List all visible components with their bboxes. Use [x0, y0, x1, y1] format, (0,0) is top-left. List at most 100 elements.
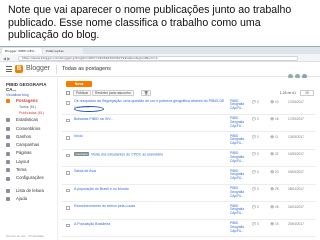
- header-divider: [56, 65, 57, 74]
- row-checkbox[interactable]: [66, 171, 70, 175]
- post-title-link[interactable]: Reconhecimento do relevo pela Lucas: [74, 204, 135, 208]
- post-title-link[interactable]: Os resquícios da Segregação: uma questão…: [74, 99, 224, 103]
- publish-button[interactable]: Publicar: [73, 89, 92, 96]
- post-title: Os resquícios da Segregação: uma questão…: [74, 99, 224, 104]
- view-count-value: 19: [274, 222, 279, 227]
- sidebar-item-label: Configurações: [16, 175, 44, 181]
- post-label-badge[interactable]: Geologia: [74, 151, 90, 156]
- row-checkbox[interactable]: [66, 206, 70, 210]
- sidebar-item-comentarios[interactable]: Comentários: [0, 125, 57, 133]
- blog-selector[interactable]: PIBID GEOGRAFIA CA...: [0, 78, 57, 92]
- sidebar-item-estatisticas[interactable]: Estatísticas: [0, 116, 57, 124]
- table-row[interactable]: Saída de Avaí PIBID Geografia CAp/FU... 💬 …: [62, 167, 316, 185]
- post-author[interactable]: PIBID Geografia CAp/FU...: [230, 169, 250, 181]
- row-checkbox[interactable]: [66, 153, 70, 157]
- view-count-value: 23: [274, 169, 279, 174]
- post-date: 10/05/2017: [288, 152, 304, 157]
- post-title: Visita dos estudantes do CPDC ao planetá…: [91, 152, 164, 157]
- delete-button[interactable]: 🗑: [141, 89, 152, 96]
- post-author[interactable]: PIBID Geografia CAp/FU...: [230, 99, 250, 111]
- stats-icon: [6, 118, 10, 123]
- sidebar-item-label: Ajuda: [16, 195, 27, 201]
- revert-draft-button[interactable]: Reverter para rascunho: [92, 89, 134, 96]
- new-post-button[interactable]: Nova postagem: [66, 81, 92, 92]
- sidebar-item-configuracoes[interactable]: Configurações: [0, 174, 57, 182]
- sidebar-item-layout[interactable]: Layout: [0, 158, 57, 166]
- sidebar-item-paginas[interactable]: Páginas: [0, 149, 57, 157]
- blogger-logo[interactable]: B: [15, 65, 23, 73]
- sidebar-footer[interactable]: Termos de uso · Privacidade: [6, 234, 44, 238]
- post-date: 03/05/2017: [288, 169, 304, 174]
- row-checkbox[interactable]: [66, 188, 70, 192]
- comment-count: 💬 0: [252, 169, 259, 174]
- table-row[interactable]: Reconhecimento do relevo pela Lucas PIBID…: [62, 202, 316, 220]
- sidebar-item-lista-leitura[interactable]: Lista de leitura: [0, 187, 57, 195]
- product-name: Blogger: [26, 65, 51, 72]
- post-author[interactable]: PIBID Geografia CAp/FU...: [230, 186, 250, 198]
- url-input[interactable]: https://www.blogger.com/blogger.g?blogID…: [18, 55, 298, 61]
- comment-count: 💬 0: [252, 222, 259, 227]
- select-all-checkbox[interactable]: [66, 90, 70, 95]
- sidebar-item-tema[interactable]: Tema: [0, 166, 57, 174]
- per-page-select[interactable]: 25: [300, 89, 314, 96]
- browser-screenshot: Blogger: PIBID GEO... Publicações ◀ ▶ ht…: [0, 46, 320, 240]
- sidebar-item-campanhas[interactable]: Campanhas: [0, 141, 57, 149]
- view-count-value: 26: [274, 204, 279, 209]
- page-title: Todas as postagens: [62, 66, 111, 72]
- post-title-link[interactable]: Bolsistas PIBID na XIV...: [74, 117, 113, 121]
- comment-count: 💬 0: [252, 134, 259, 139]
- view-count-value: 11: [274, 134, 279, 139]
- table-row[interactable]: Geologia Visita dos estudantes do CPDC ao…: [62, 150, 316, 167]
- comment-count-value: 0: [256, 169, 259, 174]
- post-title-link[interactable]: Saída de Avaí: [74, 169, 96, 173]
- sidebar-item-label: Páginas: [16, 150, 32, 156]
- view-count: 👁 32: [270, 152, 279, 157]
- campaigns-icon: [6, 143, 10, 148]
- table-row[interactable]: Os resquícios da Segregação: uma questão…: [62, 97, 316, 115]
- post-author[interactable]: PIBID Geografia CAp/FU...: [230, 134, 250, 146]
- table-row[interactable]: A População Brasileira PIBID Geografia CA…: [62, 220, 316, 237]
- row-checkbox[interactable]: [66, 136, 70, 140]
- table-row[interactable]: Bolsistas PIBID na XIV... PIBID Geografia…: [62, 115, 316, 132]
- comment-count: 💬 0: [252, 152, 259, 157]
- post-author[interactable]: PIBID Geografia CAp/FU...: [230, 204, 250, 216]
- post-author[interactable]: PIBID Geografia CAp/FU...: [230, 116, 250, 128]
- sidebar-item-label: Campanhas: [16, 142, 40, 148]
- post-title-link[interactable]: Início: [74, 134, 83, 138]
- sidebar-item-postagens[interactable]: Postagens: [0, 97, 57, 105]
- comment-count: 💬 0: [252, 99, 259, 104]
- table-row[interactable]: A população do Brasil e no Mundo PIBID Ge…: [62, 185, 316, 202]
- post-title: Bolsistas PIBID na XIV...: [74, 116, 114, 121]
- post-title: Início: [74, 134, 83, 139]
- view-count: 👁 23: [270, 169, 279, 174]
- highlight-circle: [74, 106, 104, 112]
- post-date: 17/05/2017: [288, 117, 304, 122]
- row-checkbox[interactable]: [66, 118, 70, 122]
- post-author[interactable]: PIBID Geografia CAp/FU...: [230, 221, 250, 233]
- row-checkbox[interactable]: [66, 101, 70, 105]
- menu-icon[interactable]: [6, 66, 12, 72]
- row-checkbox[interactable]: [66, 223, 70, 227]
- comment-count-value: 0: [256, 204, 259, 209]
- comment-count-value: 0: [256, 152, 259, 157]
- sidebar-item-label: Estatísticas: [16, 117, 38, 123]
- comment-count-value: 0: [256, 134, 259, 139]
- post-title-link[interactable]: Geologia Visita dos estudantes do CPDC ao…: [74, 151, 164, 157]
- comment-count-value: 0: [256, 99, 259, 104]
- view-count-value: 28: [274, 187, 279, 192]
- posts-toolbar: Publicar Reverter para rascunho 🗑 1-25 d…: [66, 89, 316, 96]
- sidebar: PIBID GEOGRAFIA CA... Visualizar blog Po…: [0, 78, 58, 240]
- view-count: 👁 28: [270, 187, 279, 192]
- comment-count: 💬 0: [252, 187, 259, 192]
- view-count: 👁 19: [270, 222, 279, 227]
- back-forward-icon[interactable]: ◀ ▶: [3, 56, 10, 61]
- sidebar-item-ajuda[interactable]: Ajuda: [0, 195, 57, 203]
- post-title-link[interactable]: A população do Brasil e no Mundo: [74, 187, 129, 191]
- sidebar-item-ganhos[interactable]: Ganhos: [0, 133, 57, 141]
- post-author[interactable]: PIBID Geografia CAp/FU...: [230, 151, 250, 163]
- post-title-link[interactable]: A População Brasileira: [74, 222, 110, 226]
- view-count-value: 32: [274, 152, 279, 157]
- table-row[interactable]: Início PIBID Geografia CAp/FU... 💬 0 👁 11 12…: [62, 132, 316, 150]
- pages-icon: [6, 151, 10, 156]
- view-count: 👁 18: [270, 117, 279, 122]
